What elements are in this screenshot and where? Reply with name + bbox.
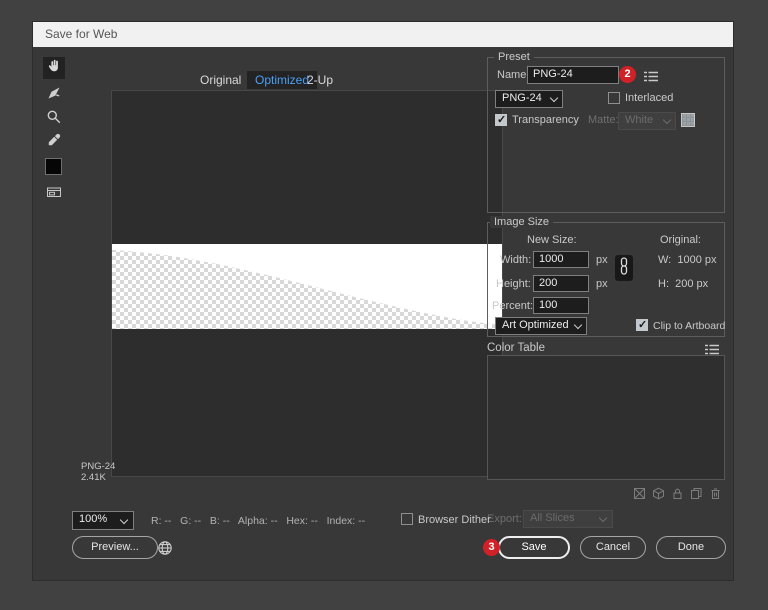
anti-aliasing-value: Art Optimized	[502, 319, 569, 331]
zoom-level-dropdown[interactable]: 100%	[72, 511, 134, 530]
eyedropper-color-swatch[interactable]	[45, 158, 62, 175]
web-shift-button[interactable]	[652, 487, 665, 500]
original-width-value: W: 1000 px	[658, 254, 717, 266]
new-size-label: New Size:	[527, 234, 577, 246]
new-color-icon	[690, 487, 703, 500]
browser-dither-checkbox[interactable]	[401, 513, 413, 525]
eyedropper-tool-icon	[46, 132, 62, 153]
zoom-tool-icon	[46, 109, 62, 130]
zoom-level-value: 100%	[79, 513, 107, 525]
export-dropdown: All Slices	[523, 510, 613, 528]
hand-tool-icon	[46, 58, 62, 79]
dialog-titlebar[interactable]: Save for Web	[33, 22, 733, 47]
width-label: Width:	[500, 254, 531, 266]
matte-dropdown: White	[618, 112, 676, 130]
preset-name-input[interactable]: PNG-24	[527, 66, 619, 84]
export-dropdown-value: All Slices	[530, 512, 575, 524]
browser-dither-label: Browser Dither	[418, 514, 491, 526]
transparency-label: Transparency	[512, 114, 579, 126]
width-input[interactable]: 1000	[533, 251, 589, 268]
transparency-checkbox[interactable]	[495, 114, 507, 126]
lock-color-icon	[671, 487, 684, 500]
export-label: Export:	[487, 513, 522, 525]
artwork-preview	[112, 244, 502, 329]
width-unit: px	[596, 254, 608, 266]
panel-menu-icon	[644, 69, 658, 86]
chevron-down-icon	[663, 116, 671, 124]
delete-color-icon	[709, 487, 722, 500]
chevron-down-icon	[550, 94, 558, 102]
clip-to-artboard-label: Clip to Artboard	[653, 320, 725, 332]
map-transparency-icon	[633, 487, 646, 500]
toggle-slices-button[interactable]	[43, 183, 65, 205]
preview-format-label: PNG-24	[81, 461, 115, 472]
zoom-tool[interactable]	[43, 108, 65, 130]
link-dimensions-icon	[618, 256, 630, 281]
percent-label: Percent:	[492, 300, 533, 312]
interlaced-label: Interlaced	[625, 92, 673, 104]
clip-to-artboard-checkbox[interactable]	[636, 319, 648, 331]
slice-select-tool-icon	[46, 85, 62, 106]
matte-label: Matte:	[588, 114, 619, 126]
color-readout: R: -- G: -- B: -- Alpha: -- Hex: -- Inde…	[151, 515, 365, 527]
format-dropdown[interactable]: PNG-24	[495, 90, 563, 108]
slice-select-tool[interactable]	[43, 84, 65, 106]
chevron-down-icon	[574, 321, 582, 329]
white-wave-shape	[112, 244, 502, 329]
delete-color-button[interactable]	[709, 487, 722, 500]
color-table-swatches[interactable]	[487, 355, 725, 480]
tab-original[interactable]: Original	[200, 73, 241, 87]
step-3-badge: 3	[483, 539, 500, 556]
optimized-preview-pane[interactable]	[111, 90, 503, 477]
image-size-group-label: Image Size	[490, 216, 553, 228]
preset-group-label: Preset	[494, 51, 534, 63]
preview-in-browser-button[interactable]	[157, 540, 173, 561]
lock-color-button[interactable]	[671, 487, 684, 500]
chevron-down-icon	[120, 516, 128, 524]
link-dimensions-button[interactable]	[615, 255, 633, 281]
tab-2up[interactable]: 2-Up	[307, 73, 333, 87]
matte-color-swatch[interactable]	[681, 113, 695, 127]
anti-aliasing-dropdown[interactable]: Art Optimized	[495, 317, 587, 335]
preset-menu-button[interactable]	[644, 69, 658, 87]
original-label: Original:	[660, 234, 701, 246]
eyedropper-tool[interactable]	[43, 131, 65, 153]
interlaced-checkbox[interactable]	[608, 92, 620, 104]
map-transparency-button[interactable]	[633, 487, 646, 500]
cancel-button[interactable]: Cancel	[580, 536, 646, 559]
original-height-value: H: 200 px	[658, 278, 708, 290]
toggle-slices-icon	[46, 184, 62, 205]
step-2-badge: 2	[619, 66, 636, 83]
save-button[interactable]: Save	[498, 536, 570, 559]
done-button[interactable]: Done	[656, 536, 726, 559]
matte-dropdown-value: White	[625, 114, 653, 126]
height-label: Height:	[496, 278, 531, 290]
chevron-down-icon	[599, 514, 607, 522]
dialog-title: Save for Web	[45, 27, 117, 41]
save-for-web-dialog: Save for Web Original Optimized 2-Up	[33, 22, 733, 580]
globe-icon	[157, 543, 173, 560]
name-label: Name:	[497, 69, 529, 81]
percent-input[interactable]: 100	[533, 297, 589, 314]
hand-tool[interactable]	[43, 57, 65, 79]
preview-filesize-label: 2.41K	[81, 472, 106, 483]
screen: Save for Web Original Optimized 2-Up	[0, 0, 768, 610]
preview-button[interactable]: Preview...	[72, 536, 158, 559]
height-input[interactable]: 200	[533, 275, 589, 292]
web-shift-icon	[652, 487, 665, 500]
new-color-button[interactable]	[690, 487, 703, 500]
height-unit: px	[596, 278, 608, 290]
color-table-label: Color Table	[487, 342, 545, 354]
format-dropdown-value: PNG-24	[502, 92, 542, 104]
